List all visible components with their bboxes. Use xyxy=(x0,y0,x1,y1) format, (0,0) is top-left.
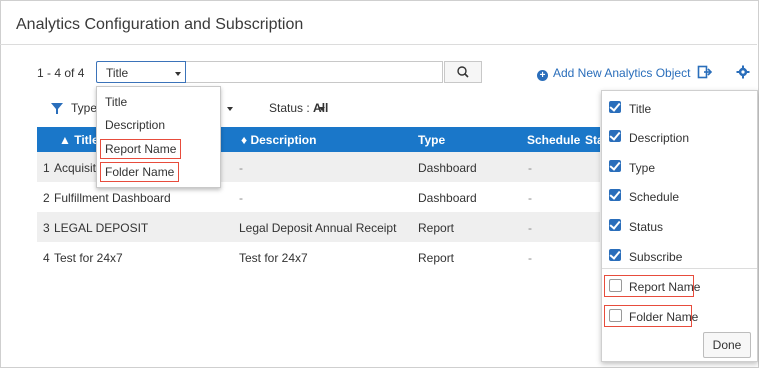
row-title[interactable]: LEGAL DEPOSIT xyxy=(54,221,148,235)
title-divider xyxy=(0,44,757,45)
column-option-label: Folder Name xyxy=(629,310,699,324)
search-field-select[interactable]: Title xyxy=(96,61,186,83)
dropdown-option-title[interactable]: Title xyxy=(105,95,127,109)
export-button[interactable] xyxy=(697,64,713,80)
row-number: 2 xyxy=(43,191,50,205)
row-title[interactable]: Test for 24x7 xyxy=(54,251,123,265)
page-title: Analytics Configuration and Subscription xyxy=(16,16,304,33)
search-bar: Title xyxy=(96,61,482,83)
settings-button[interactable] xyxy=(735,64,751,80)
column-header-description[interactable]: ♦ Description xyxy=(241,133,316,147)
type-filter-chevron-icon[interactable] xyxy=(227,107,233,111)
row-number: 1 xyxy=(43,161,50,175)
column-option-label: Description xyxy=(629,131,690,145)
row-title[interactable]: Fulfillment Dashboard xyxy=(54,191,171,205)
column-option-label: Schedule xyxy=(629,190,680,204)
gear-icon xyxy=(736,65,750,79)
column-option-label: Report Name xyxy=(629,280,701,294)
checkbox-checked-icon[interactable] xyxy=(609,160,621,172)
search-input[interactable] xyxy=(186,61,443,83)
dropdown-option-report-name[interactable]: Report Name xyxy=(100,139,182,159)
column-option-label: Title xyxy=(629,102,652,116)
table-row[interactable]: 4 Test for 24x7 Test for 24x7 Report - xyxy=(37,242,600,272)
chevron-down-icon xyxy=(175,72,181,76)
column-option-label: Status xyxy=(629,220,664,234)
row-type: Report xyxy=(418,221,455,235)
row-description: - xyxy=(239,161,243,175)
add-analytics-object-label: Add New Analytics Object xyxy=(553,66,691,80)
checkbox-checked-icon[interactable] xyxy=(609,249,621,261)
table-row[interactable]: 3 LEGAL DEPOSIT Legal Deposit Annual Rec… xyxy=(37,212,600,242)
checkbox-checked-icon[interactable] xyxy=(609,130,621,142)
checkbox-checked-icon[interactable] xyxy=(609,189,621,201)
search-field-label: Title xyxy=(106,66,129,80)
plus-circle-icon: + xyxy=(537,70,548,81)
row-description: - xyxy=(239,191,243,205)
row-description: Test for 24x7 xyxy=(239,251,308,265)
export-icon xyxy=(697,65,713,79)
search-field-dropdown: Title Description Report Name Folder Nam… xyxy=(96,86,221,188)
add-analytics-object-link[interactable]: + Add New Analytics Object xyxy=(537,66,690,81)
row-number: 3 xyxy=(43,221,50,235)
checkbox-checked-icon[interactable] xyxy=(609,219,621,231)
search-icon xyxy=(457,66,469,78)
filter-icon xyxy=(51,103,63,114)
row-schedule: - xyxy=(528,161,532,175)
row-schedule: - xyxy=(528,251,532,265)
column-header-title[interactable]: ▲ Title xyxy=(59,133,99,147)
results-count: 1 - 4 of 4 xyxy=(37,66,85,80)
search-button[interactable] xyxy=(444,61,482,83)
row-type: Report xyxy=(418,251,455,265)
column-chooser-panel: Title Description Type Schedule Status S… xyxy=(601,90,758,362)
column-option-label: Type xyxy=(629,161,656,175)
row-type: Dashboard xyxy=(418,191,477,205)
dropdown-option-folder-name[interactable]: Folder Name xyxy=(100,162,180,182)
status-filter-chevron-icon[interactable] xyxy=(319,107,325,111)
dropdown-option-description[interactable]: Description xyxy=(105,118,165,132)
checkbox-unchecked-icon[interactable] xyxy=(609,309,622,322)
row-schedule: - xyxy=(528,221,532,235)
column-header-schedule[interactable]: Schedule xyxy=(527,133,580,147)
row-description: Legal Deposit Annual Receipt xyxy=(239,221,397,235)
column-option-label: Subscribe xyxy=(629,250,683,264)
column-panel-divider xyxy=(602,268,757,269)
row-type: Dashboard xyxy=(418,161,477,175)
row-title[interactable]: Acquisiti xyxy=(54,161,99,175)
column-header-type[interactable]: Type xyxy=(418,133,445,147)
row-number: 4 xyxy=(43,251,50,265)
filter-type[interactable]: Type xyxy=(71,101,97,115)
filter-status-label: Status : xyxy=(269,101,310,115)
checkbox-checked-icon[interactable] xyxy=(609,101,621,113)
row-schedule: - xyxy=(528,191,532,205)
done-button[interactable]: Done xyxy=(703,332,751,358)
checkbox-unchecked-icon[interactable] xyxy=(609,279,622,292)
